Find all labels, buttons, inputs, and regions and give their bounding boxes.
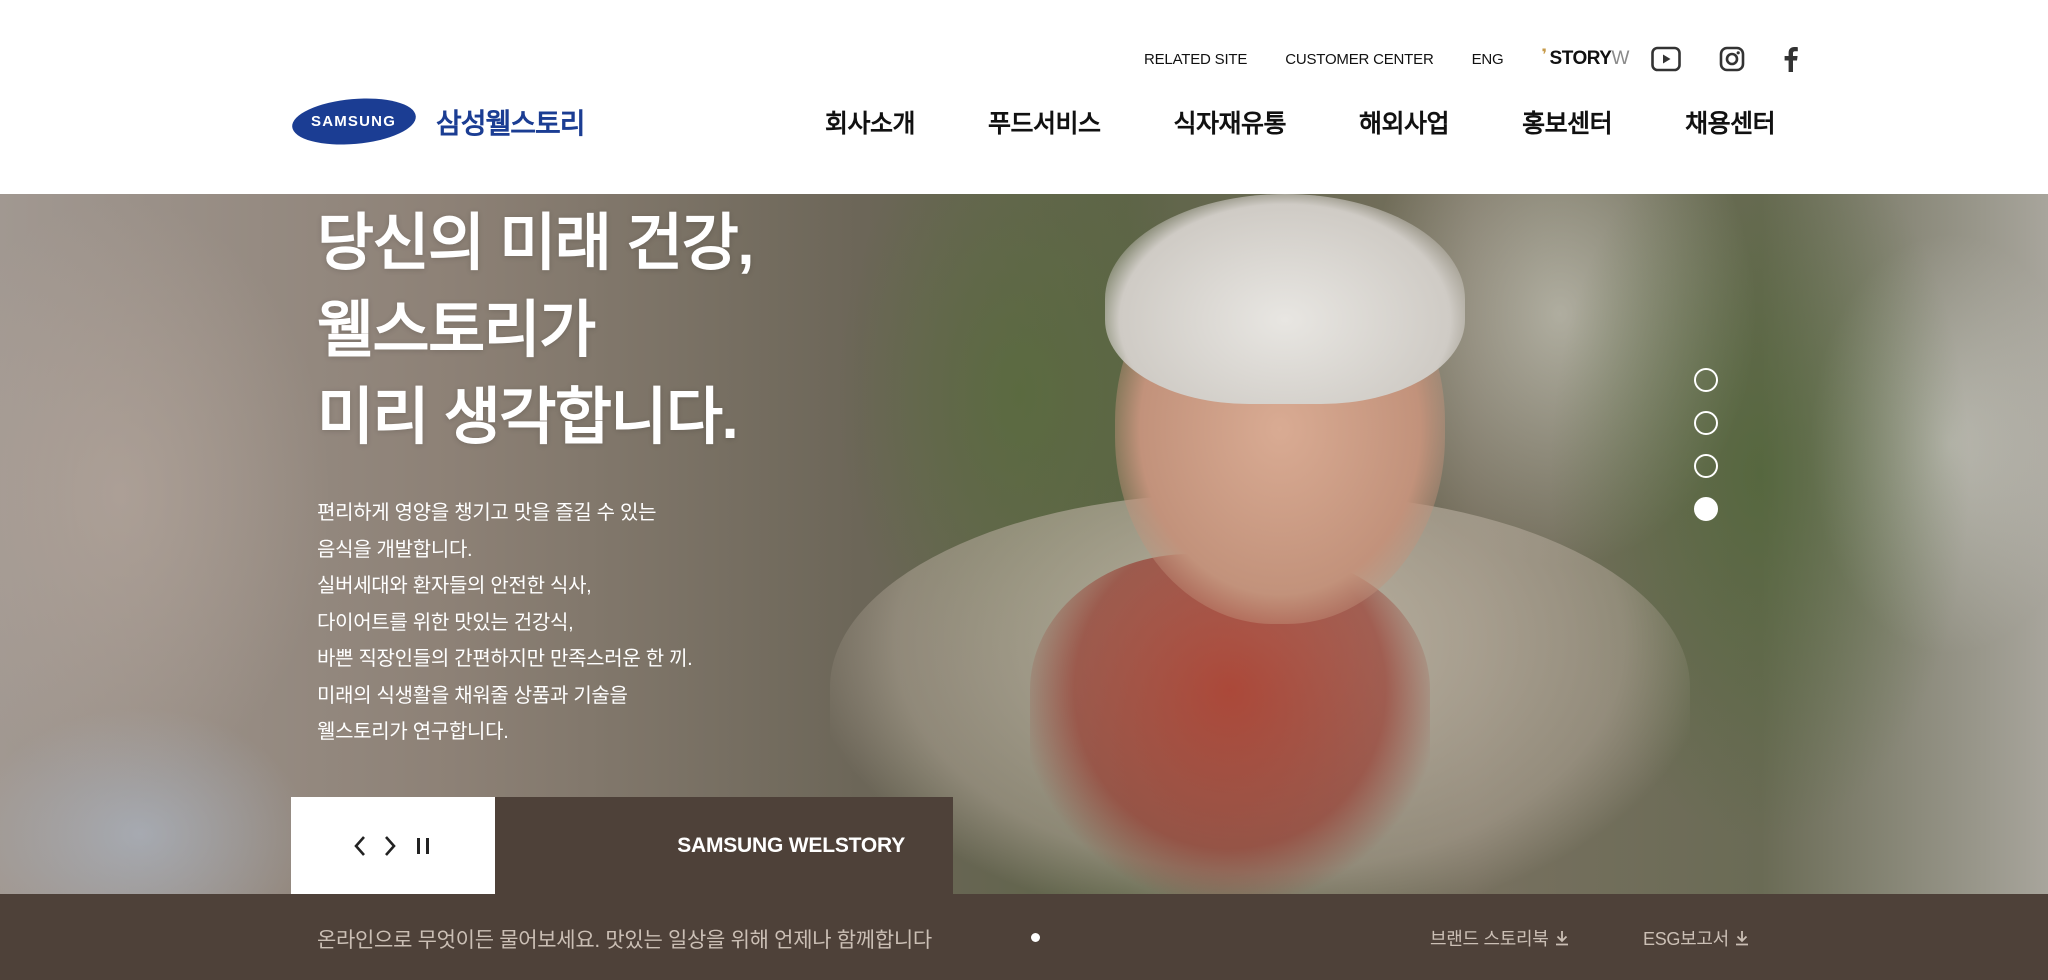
hero-desc-line: 웰스토리가 연구합니다. <box>317 721 509 743</box>
samsung-welstory-logo[interactable]: SAMSUNG 삼성웰스토리 <box>290 93 586 150</box>
storyw-link[interactable]: ❜ STORY W <box>1541 47 1630 70</box>
hero-desc-line: 바쁜 직장인들의 간편하지만 만족스러운 한 끼. <box>317 648 693 670</box>
samsung-logo-text: SAMSUNG <box>311 113 397 131</box>
hero-title: 당신의 미래 건강, 웰스토리가 미리 생각합니다. <box>317 200 754 461</box>
bottom-bar: 온라인으로 무엇이든 물어보세요. 맛있는 일상을 위해 언제나 함께합니다 브… <box>0 894 2048 980</box>
prev-slide-button[interactable] <box>353 835 367 857</box>
hero-title-line: 당신의 미래 건강, <box>317 209 754 278</box>
language-eng-link[interactable]: ENG <box>1472 51 1504 68</box>
hero-copy: 당신의 미래 건강, 웰스토리가 미리 생각합니다. 편리하게 영양을 챙기고 … <box>317 200 754 751</box>
customer-center-link[interactable]: CUSTOMER CENTER <box>1285 51 1434 68</box>
youtube-icon[interactable] <box>1651 46 1681 72</box>
storyw-mark-icon: ❜ <box>1541 47 1548 64</box>
ticker-pagination-dot[interactable] <box>1031 933 1040 942</box>
slide-dot-3[interactable] <box>1694 454 1718 478</box>
hero-slider: 당신의 미래 건강, 웰스토리가 미리 생각합니다. 편리하게 영양을 챙기고 … <box>0 194 2048 894</box>
slider-controls <box>291 797 495 894</box>
download-icon <box>1735 931 1748 946</box>
storyw-main: STORY <box>1549 48 1612 69</box>
nav-item-company[interactable]: 회사소개 <box>825 104 916 140</box>
slide-dot-1[interactable] <box>1694 368 1718 392</box>
brand-storybook-download[interactable]: 브랜드 스토리북 <box>1430 925 1569 951</box>
hero-desc-line: 다이어트를 위한 맛있는 건강식, <box>317 611 574 634</box>
brand-label-box: SAMSUNG WELSTORY <box>495 797 953 894</box>
storyw-suffix: W <box>1611 48 1629 69</box>
samsung-logo-mark: SAMSUNG <box>290 93 418 150</box>
site-header: RELATED SITE CUSTOMER CENTER ENG ❜ STORY… <box>0 0 2048 194</box>
pause-icon <box>417 837 429 854</box>
nav-item-careers[interactable]: 채용센터 <box>1685 104 1776 140</box>
chevron-right-icon <box>385 835 396 856</box>
hero-desc-line: 편리하게 영양을 챙기고 맛을 즐길 수 있는 <box>317 502 657 524</box>
nav-item-pr-center[interactable]: 홍보센터 <box>1522 104 1613 140</box>
esg-report-download[interactable]: ESG보고서 <box>1643 925 1749 951</box>
slide-dot-4[interactable] <box>1694 497 1718 521</box>
notice-ticker[interactable]: 온라인으로 무엇이든 물어보세요. 맛있는 일상을 위해 언제나 함께합니다 <box>317 924 932 954</box>
hero-description: 편리하게 영양을 챙기고 맛을 즐길 수 있는 음식을 개발합니다. 실버세대와… <box>317 495 753 751</box>
slide-dot-2[interactable] <box>1694 411 1718 435</box>
pause-slide-button[interactable] <box>413 836 433 856</box>
nav-item-food-service[interactable]: 푸드서비스 <box>988 104 1101 140</box>
nav-item-food-distribution[interactable]: 식자재유통 <box>1174 104 1287 140</box>
slide-pagination <box>1694 368 1718 540</box>
download-label: ESG보고서 <box>1643 929 1729 949</box>
hero-hair-shape <box>1105 194 1465 404</box>
hero-title-line: 웰스토리가 <box>317 296 596 365</box>
welstory-logo-text: 삼성웰스토리 <box>436 107 586 139</box>
utility-bar: RELATED SITE CUSTOMER CENTER ENG ❜ STORY… <box>1144 44 1837 74</box>
related-site-link[interactable]: RELATED SITE <box>1144 51 1247 68</box>
instagram-icon[interactable] <box>1719 46 1745 72</box>
facebook-icon[interactable] <box>1783 46 1799 72</box>
brand-label: SAMSUNG WELSTORY <box>677 833 905 857</box>
download-label: 브랜드 스토리북 <box>1430 929 1549 949</box>
hero-desc-line: 실버세대와 환자들의 안전한 식사, <box>317 575 592 597</box>
chevron-left-icon <box>354 835 365 856</box>
next-slide-button[interactable] <box>383 835 397 857</box>
hero-title-line: 미리 생각합니다. <box>317 383 739 452</box>
hero-desc-line: 음식을 개발합니다. <box>317 538 473 561</box>
hero-desc-line: 미래의 식생활을 채워줄 상품과 기술을 <box>317 684 628 707</box>
main-nav: 회사소개 푸드서비스 식자재유통 해외사업 홍보센터 채용센터 <box>825 104 1776 140</box>
nav-item-global-business[interactable]: 해외사업 <box>1359 104 1450 140</box>
download-icon <box>1555 931 1568 946</box>
